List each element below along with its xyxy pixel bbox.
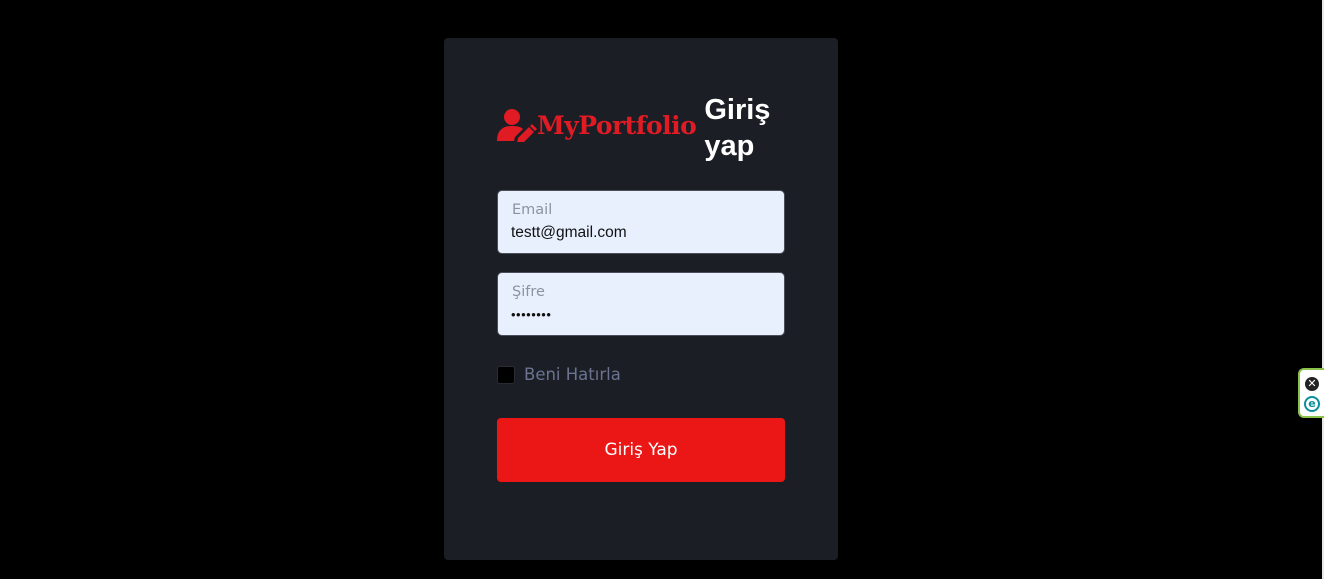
email-label: Email — [512, 202, 553, 218]
remember-me: Beni Hatırla — [497, 365, 621, 384]
extension-tab[interactable]: ✕ e — [1298, 368, 1324, 418]
login-card: MyPortfolio Giriş yap Email testt@gmail.… — [444, 38, 838, 560]
card-header: MyPortfolio Giriş yap — [497, 92, 784, 164]
remember-label[interactable]: Beni Hatırla — [524, 365, 621, 384]
page-title: Giriş yap — [704, 94, 771, 162]
e-logo-icon[interactable]: e — [1304, 396, 1320, 412]
remember-checkbox[interactable] — [497, 365, 515, 384]
email-field[interactable]: Email testt@gmail.com — [497, 190, 785, 254]
password-label: Şifre — [512, 284, 545, 300]
password-input[interactable]: •••••••• — [511, 307, 551, 322]
close-icon[interactable]: ✕ — [1305, 377, 1319, 391]
password-field[interactable]: Şifre •••••••• — [497, 272, 785, 336]
brand-name: MyPortfolio — [537, 110, 697, 140]
email-input[interactable]: testt@gmail.com — [511, 224, 627, 242]
user-edit-icon — [497, 109, 537, 142]
page: MyPortfolio Giriş yap Email testt@gmail.… — [0, 0, 1324, 579]
brand-logo[interactable]: MyPortfolio — [497, 108, 697, 142]
login-button[interactable]: Giriş Yap — [497, 418, 785, 482]
